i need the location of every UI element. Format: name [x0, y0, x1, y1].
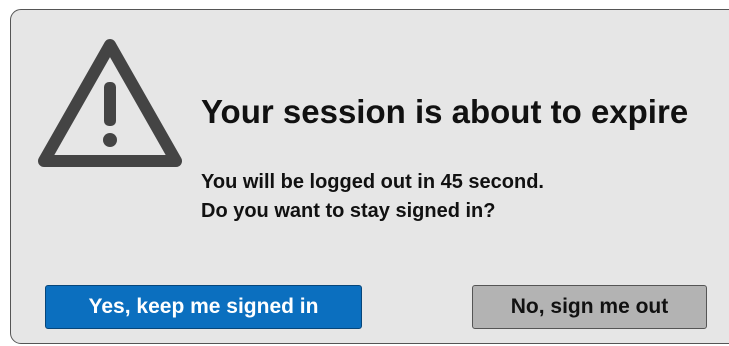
message-line-1: You will be logged out in 45 second.: [201, 171, 544, 193]
dialog-title: Your session is about to expire: [201, 93, 689, 130]
warning-triangle-icon: [38, 39, 182, 167]
dialog-message: You will be logged out in 45 second. Do …: [201, 168, 544, 226]
stay-signed-in-button[interactable]: Yes, keep me signed in: [45, 285, 362, 329]
sign-out-button[interactable]: No, sign me out: [472, 285, 707, 329]
message-line-2: Do you want to stay signed in?: [201, 200, 496, 222]
